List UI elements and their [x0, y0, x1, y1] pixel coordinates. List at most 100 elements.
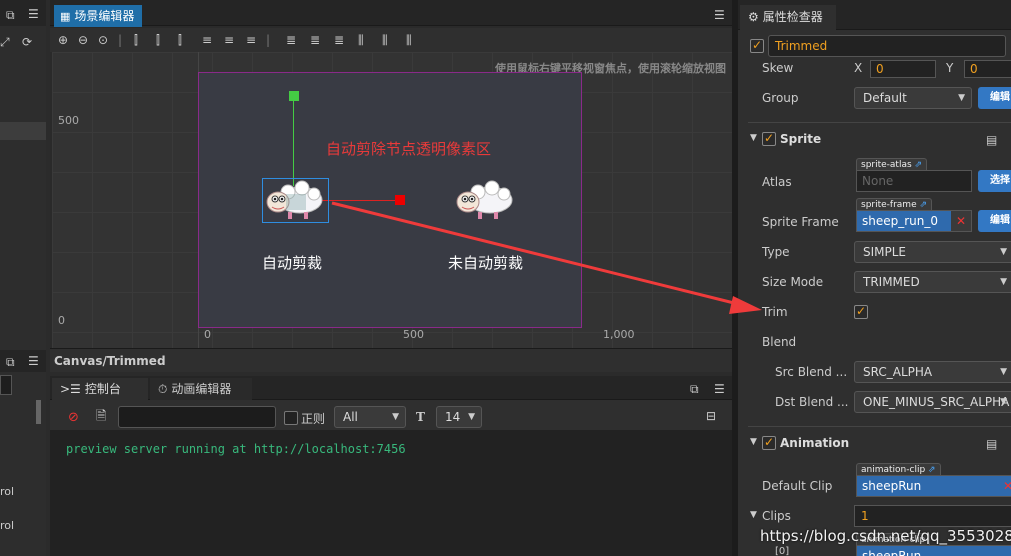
clip0-asset-field[interactable]: sheepRun: [856, 545, 1011, 556]
size-mode-select[interactable]: TRIMMED ▼: [854, 271, 1011, 293]
divider-icon-2: |: [266, 33, 271, 47]
help-book-icon[interactable]: ▤: [986, 133, 997, 147]
clips-count-input[interactable]: 1: [854, 505, 1011, 527]
zoom-in-icon[interactable]: ⊕: [58, 33, 68, 47]
skew-x-input[interactable]: 0: [870, 60, 936, 78]
x-axis-label-0: 0: [204, 328, 211, 341]
default-clip-value: sheepRun: [862, 479, 922, 493]
clear-x-icon-2[interactable]: ✕: [1003, 476, 1011, 496]
tab-scene-editor-label: 场景编辑器: [74, 9, 135, 23]
atlas-tag-text: sprite-atlas: [861, 160, 912, 170]
caret-down-icon: ▼: [958, 93, 965, 103]
default-clip-asset-field[interactable]: sheepRun ✕: [856, 475, 1011, 497]
window-icon-2[interactable]: ⧉: [6, 355, 15, 369]
move-gizmo-x-handle[interactable]: [395, 195, 405, 205]
node-active-checkbox[interactable]: [750, 38, 764, 53]
refresh-icon[interactable]: ⟳: [22, 35, 32, 49]
menu-icon[interactable]: ☰: [714, 8, 725, 22]
group-edit-button[interactable]: 编辑: [978, 87, 1011, 109]
skew-y-input[interactable]: 0: [964, 60, 1011, 78]
breadcrumb-text[interactable]: Canvas/Trimmed: [54, 354, 166, 368]
window-icon[interactable]: ⧉: [690, 382, 699, 396]
zoom-out-icon[interactable]: ⊖: [78, 33, 88, 47]
asset-item-2[interactable]: rol: [0, 519, 14, 532]
type-select[interactable]: SIMPLE ▼: [854, 241, 1011, 263]
tab-console[interactable]: >☰ 控制台: [52, 378, 148, 400]
annotation-text: 自动剪除节点透明像素区: [326, 140, 492, 158]
dst-blend-select[interactable]: ONE_MINUS_SRC_ALPHA ▼: [854, 391, 1011, 413]
y-axis-label-0: 0: [58, 314, 65, 327]
sheep-sprite-trimmed[interactable]: [264, 180, 326, 222]
tab-scene-editor[interactable]: ▦ 场景编辑器: [54, 5, 143, 27]
sprite-frame-edit-button[interactable]: 编辑: [978, 210, 1011, 232]
collapse-icon[interactable]: ⊟: [706, 409, 716, 423]
align-hcenter-icon[interactable]: ⫿: [156, 33, 160, 47]
atlas-asset-field[interactable]: None: [856, 170, 972, 192]
assets-scrollbar[interactable]: [36, 400, 41, 424]
sheep-sprite-untrimmed[interactable]: [454, 180, 516, 222]
default-clip-label: Default Clip: [762, 479, 833, 493]
scene-viewport[interactable]: 使用鼠标右键平移视窗焦点，使用滚轮缩放视图 500 0 0 500 1,000: [52, 52, 732, 348]
selected-row[interactable]: [0, 122, 46, 140]
menu-icon[interactable]: ☰: [28, 7, 39, 21]
menu-icon-2[interactable]: ☰: [28, 354, 39, 368]
clear-x-icon[interactable]: ✕: [951, 211, 971, 231]
help-book-icon-2[interactable]: ▤: [986, 437, 997, 451]
expand-icon[interactable]: ⤢: [0, 35, 10, 49]
log-level-select[interactable]: All ▼: [334, 406, 406, 428]
clip-index-label: [0]: [775, 546, 790, 556]
assets-search[interactable]: [0, 375, 12, 395]
collapse-arrow-icon-3[interactable]: ▼: [750, 510, 757, 520]
collapse-arrow-icon[interactable]: ▼: [750, 133, 757, 143]
dst-blend-label: Dst Blend ...: [775, 395, 849, 409]
clear-icon[interactable]: ⊘: [68, 411, 79, 425]
scene-icon: ▦: [60, 10, 71, 23]
tab-inspector-label: 属性检查器: [762, 10, 823, 24]
log-file-icon[interactable]: 🗎: [96, 410, 106, 424]
divider-line-2: [748, 426, 1011, 427]
sprite-enabled-checkbox[interactable]: [762, 131, 776, 146]
move-gizmo-y-axis[interactable]: [293, 96, 294, 186]
align-left-icon[interactable]: ⫿: [134, 33, 138, 47]
distribute-hcenter-icon[interactable]: ⫼: [382, 33, 388, 47]
sprite-frame-label: Sprite Frame: [762, 215, 839, 229]
move-gizmo-y-handle[interactable]: [289, 91, 299, 101]
zoom-reset-icon[interactable]: ⊙: [98, 33, 108, 47]
inspector-panel: ⚙属性检查器 Trimmed Skew X 0 Y 0 Group Defaul…: [738, 0, 1011, 556]
sprite-frame-asset-field[interactable]: sheep_run_0 ✕: [856, 210, 972, 232]
group-select[interactable]: Default ▼: [854, 87, 972, 109]
console-icon: >☰: [60, 382, 81, 396]
label-auto-trim: 自动剪裁: [262, 254, 323, 272]
caret-down-icon-2: ▼: [1000, 247, 1007, 257]
window-icon[interactable]: ⧉: [6, 8, 15, 22]
align-right-icon[interactable]: ⫿: [178, 33, 182, 47]
animation-icon: ⏱: [158, 382, 168, 396]
node-name-input[interactable]: Trimmed: [768, 35, 1006, 57]
x-axis-label-500: 500: [403, 328, 424, 341]
distribute-bottom-icon[interactable]: ≣: [334, 33, 344, 47]
caret-down-icon: ▼: [392, 412, 399, 422]
sprite-frame-type-tag: sprite-frame ⇗: [856, 198, 933, 210]
tab-inspector[interactable]: ⚙ 属性检查器: [740, 5, 836, 30]
type-value: SIMPLE: [863, 245, 907, 259]
distribute-top-icon[interactable]: ≣: [286, 33, 296, 47]
align-top-icon[interactable]: ≡: [202, 33, 212, 47]
distribute-vcenter-icon[interactable]: ≣: [310, 33, 320, 47]
asset-item-1[interactable]: rol: [0, 485, 14, 498]
src-blend-select[interactable]: SRC_ALPHA ▼: [854, 361, 1011, 383]
distribute-left-icon[interactable]: ⫼: [358, 33, 364, 47]
tab-animation-editor[interactable]: ⏱ 动画编辑器: [150, 378, 252, 400]
trim-checkbox[interactable]: [854, 304, 868, 319]
console-search-input[interactable]: [118, 406, 276, 428]
skew-x-label: X: [854, 61, 863, 75]
align-vcenter-icon[interactable]: ≡: [224, 33, 234, 47]
collapse-arrow-icon-2[interactable]: ▼: [750, 437, 757, 447]
distribute-right-icon[interactable]: ⫼: [406, 33, 412, 47]
regex-label: 正则: [301, 412, 326, 426]
menu-icon[interactable]: ☰: [714, 382, 725, 396]
atlas-select-button[interactable]: 选择: [978, 170, 1011, 192]
regex-checkbox[interactable]: [284, 411, 298, 425]
font-size-select[interactable]: 14 ▼: [436, 406, 482, 428]
animation-enabled-checkbox[interactable]: [762, 435, 776, 450]
align-bottom-icon[interactable]: ≡: [246, 33, 256, 47]
